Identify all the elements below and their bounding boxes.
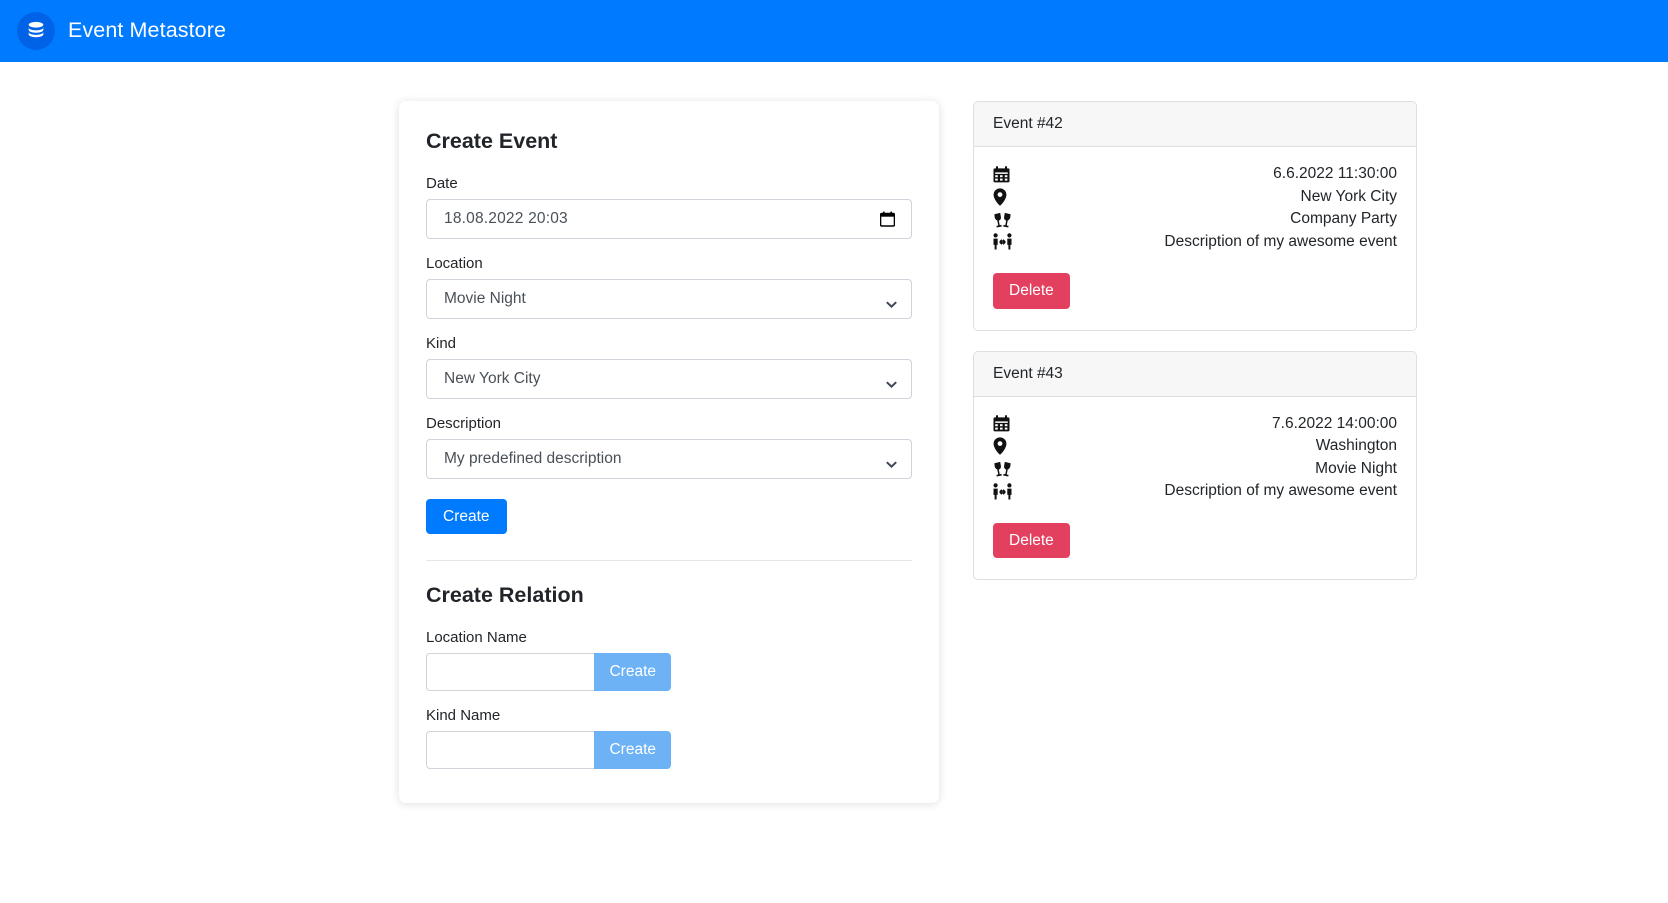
events-list: Event #42 6.6.2022 11:30:00 New York Cit… — [973, 101, 1417, 580]
location-name-input[interactable] — [426, 653, 595, 692]
kind-selected-value: New York City — [444, 369, 541, 387]
location-selected-value: Movie Night — [444, 289, 526, 307]
create-event-button[interactable]: Create — [426, 498, 507, 535]
event-date-value: 7.6.2022 14:00:00 — [1272, 414, 1397, 432]
location-name-label: Location Name — [426, 629, 527, 647]
database-icon — [17, 12, 55, 50]
location-field-block: Location Movie Night — [426, 255, 912, 319]
create-relation-title: Create Relation — [426, 583, 584, 608]
location-name-input-group: Create — [426, 653, 671, 692]
kind-label: Kind — [426, 334, 457, 352]
event-kind-value: Company Party — [1290, 210, 1397, 228]
location-name-field-block: Location Name Create — [426, 629, 912, 692]
create-location-button[interactable]: Create — [594, 653, 671, 692]
event-description-row: Description of my awesome event — [993, 480, 1397, 503]
date-value: 18.08.2022 20:03 — [444, 209, 568, 227]
description-selected-value: My predefined description — [444, 449, 622, 467]
event-card-header: Event #43 — [974, 351, 1416, 397]
app-title: Event Metastore — [68, 18, 227, 43]
map-pin-icon — [993, 437, 1012, 456]
create-kind-button[interactable]: Create — [594, 731, 671, 770]
date-input[interactable]: 18.08.2022 20:03 — [426, 198, 912, 239]
delete-event-button[interactable]: Delete — [993, 522, 1070, 558]
event-description-row: Description of my awesome event — [993, 231, 1397, 254]
location-label: Location — [426, 254, 483, 272]
brand[interactable]: Event Metastore — [17, 12, 226, 50]
calendar-icon — [993, 165, 1012, 184]
event-kind-row: Company Party — [993, 208, 1397, 231]
kind-field-block: Kind New York City — [426, 335, 912, 399]
kind-select[interactable]: New York City — [426, 358, 912, 399]
location-select[interactable]: Movie Night — [426, 278, 912, 319]
form-card: Create Event Date 18.08.2022 20:03 Locat… — [399, 101, 939, 804]
event-location-row: Washington — [993, 435, 1397, 458]
event-location-value: New York City — [1300, 187, 1397, 205]
event-detail-rows: 7.6.2022 14:00:00 Washington Movie Night… — [993, 413, 1397, 503]
event-date-value: 6.6.2022 11:30:00 — [1273, 165, 1397, 183]
kind-name-field-block: Kind Name Create — [426, 707, 912, 770]
description-select[interactable]: My predefined description — [426, 438, 912, 479]
event-card: Event #42 6.6.2022 11:30:00 New York Cit… — [973, 101, 1417, 331]
description-label: Description — [426, 414, 502, 432]
create-event-title: Create Event — [426, 129, 558, 153]
people-arrows-icon — [993, 482, 1012, 501]
event-card-body: 6.6.2022 11:30:00 New York City Company … — [974, 147, 1416, 330]
event-kind-row: Movie Night — [993, 458, 1397, 481]
app-header: Event Metastore — [0, 0, 1668, 62]
event-kind-value: Movie Night — [1315, 459, 1397, 477]
date-field-block: Date 18.08.2022 20:03 — [426, 175, 912, 239]
chevron-down-icon — [886, 375, 897, 389]
kind-name-label: Kind Name — [426, 707, 501, 725]
description-field-block: Description My predefined description — [426, 415, 912, 479]
event-location-value: Washington — [1315, 437, 1397, 455]
people-arrows-icon — [993, 232, 1012, 251]
clinking-glasses-icon — [993, 210, 1012, 229]
event-location-row: New York City — [993, 186, 1397, 209]
date-label: Date — [426, 174, 458, 192]
event-date-row: 6.6.2022 11:30:00 — [993, 163, 1397, 186]
event-description-value: Description of my awesome event — [1164, 482, 1397, 500]
kind-name-input[interactable] — [426, 731, 595, 770]
event-card-body: 7.6.2022 14:00:00 Washington Movie Night… — [974, 397, 1416, 580]
delete-event-button[interactable]: Delete — [993, 273, 1070, 309]
section-divider — [426, 560, 912, 562]
calendar-icon — [993, 414, 1012, 433]
calendar-icon[interactable] — [879, 211, 896, 227]
kind-name-input-group: Create — [426, 731, 671, 770]
chevron-down-icon — [886, 455, 897, 469]
event-detail-rows: 6.6.2022 11:30:00 New York City Company … — [993, 163, 1397, 253]
event-date-row: 7.6.2022 14:00:00 — [993, 413, 1397, 436]
map-pin-icon — [993, 187, 1012, 206]
clinking-glasses-icon — [993, 459, 1012, 478]
chevron-down-icon — [886, 295, 897, 309]
event-card: Event #43 7.6.2022 14:00:00 Washington M… — [973, 350, 1417, 580]
event-description-value: Description of my awesome event — [1164, 232, 1397, 250]
page-body: Create Event Date 18.08.2022 20:03 Locat… — [0, 62, 1668, 804]
event-card-header: Event #42 — [974, 102, 1416, 147]
